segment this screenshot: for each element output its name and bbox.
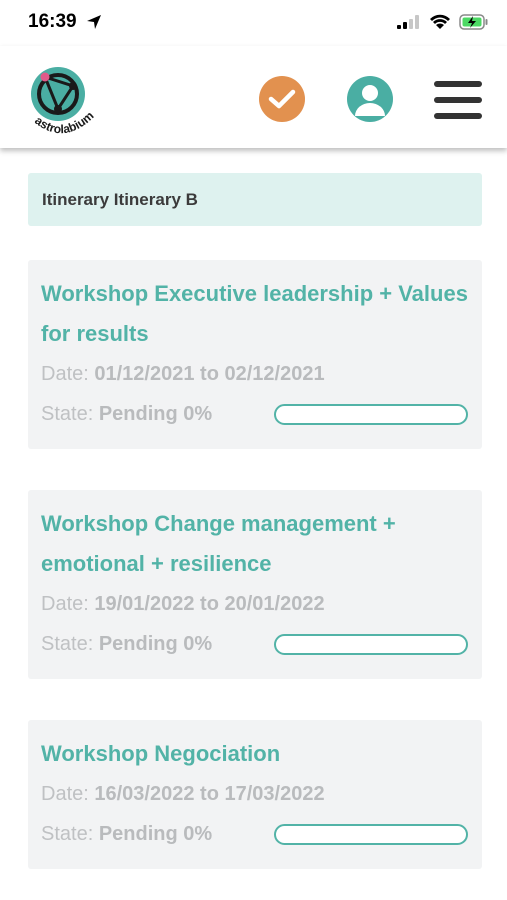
workshop-card[interactable]: Workshop Negociation Date: 16/03/2022 to… <box>28 720 482 869</box>
workshop-date: Date: 16/03/2022 to 17/03/2022 <box>41 774 469 814</box>
state-value: Pending <box>98 403 178 425</box>
workshop-state: State: Pending 0% <box>41 394 469 434</box>
user-icon <box>355 85 385 116</box>
workshop-card[interactable]: Workshop Executive leadership + Values f… <box>28 260 482 449</box>
menu-line-icon <box>434 81 482 87</box>
location-arrow-icon <box>87 15 101 29</box>
profile-button[interactable] <box>347 76 393 122</box>
workshop-date: Date: 19/01/2022 to 20/01/2022 <box>41 584 469 624</box>
status-time: 16:39 <box>28 11 77 32</box>
menu-line-icon <box>434 97 482 103</box>
completed-button[interactable] <box>259 76 305 122</box>
astrolabium-logo[interactable]: astrolabium <box>28 64 108 144</box>
progress-bar <box>274 634 468 655</box>
menu-line-icon <box>434 113 482 119</box>
workshop-title[interactable]: Workshop Executive leadership + Values f… <box>41 274 469 354</box>
date-range: 01/12/2021 to 02/12/2021 <box>94 363 325 385</box>
itinerary-label: Itinerary Itinerary B <box>42 189 198 209</box>
workshop-card[interactable]: Workshop Change management + emotional +… <box>28 490 482 679</box>
battery-charging-icon <box>459 14 488 30</box>
workshop-date: Date: 01/12/2021 to 02/12/2021 <box>41 354 469 394</box>
workshop-state: State: Pending 0% <box>41 814 469 854</box>
state-value: Pending <box>98 633 178 655</box>
date-range: 16/03/2022 to 17/03/2022 <box>94 783 325 805</box>
date-label: Date: <box>41 783 89 805</box>
workshop-title[interactable]: Workshop Negociation <box>41 734 469 774</box>
progress-bar <box>274 824 468 845</box>
wifi-icon <box>430 14 450 29</box>
progress-percent: 0% <box>183 633 213 655</box>
progress-percent: 0% <box>183 403 213 425</box>
workshop-state: State: Pending 0% <box>41 624 469 664</box>
app-header: astrolabium <box>0 46 507 148</box>
state-label: State: <box>41 403 94 425</box>
cellular-signal-icon <box>397 15 419 29</box>
status-bar: 16:39 <box>0 0 507 46</box>
date-range: 19/01/2022 to 20/01/2022 <box>94 593 325 615</box>
itinerary-banner: Itinerary Itinerary B <box>28 173 482 226</box>
hamburger-menu-button[interactable] <box>434 81 482 119</box>
state-value: Pending <box>98 823 178 845</box>
state-label: State: <box>41 823 94 845</box>
progress-bar <box>274 404 468 425</box>
date-label: Date: <box>41 593 89 615</box>
workshop-title[interactable]: Workshop Change management + emotional +… <box>41 504 469 584</box>
state-label: State: <box>41 633 94 655</box>
checkmark-icon <box>268 89 296 109</box>
progress-percent: 0% <box>183 823 213 845</box>
date-label: Date: <box>41 363 89 385</box>
